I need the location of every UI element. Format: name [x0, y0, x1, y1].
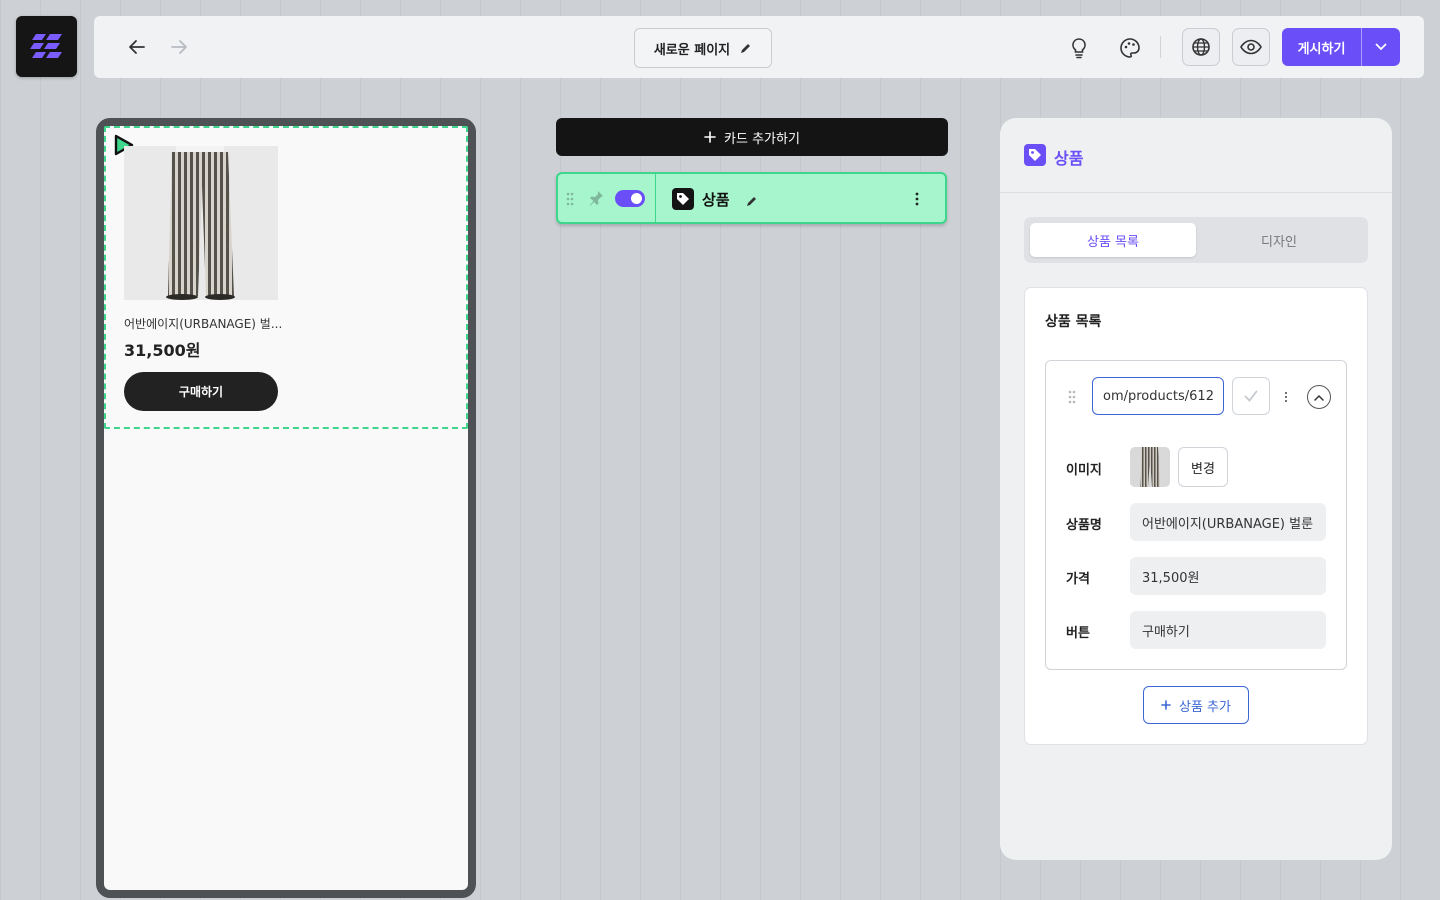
- properties-panel: 상품 상품 목록 디자인 상품 목록 이미지: [1000, 118, 1392, 860]
- grip-icon: [566, 192, 574, 206]
- add-card-button[interactable]: 카드 추가하기: [556, 118, 948, 156]
- lightbulb-icon: [1072, 38, 1086, 59]
- tag-icon: [1024, 144, 1046, 166]
- add-product-label: 상품 추가: [1179, 699, 1231, 715]
- page-title-button[interactable]: 새로운 페이지: [634, 28, 772, 68]
- card-type-badge: [672, 188, 694, 214]
- palette-icon: [1120, 38, 1140, 58]
- back-arrow-icon: [129, 40, 145, 54]
- collapse-item-button[interactable]: [1307, 385, 1331, 409]
- card-visibility-toggle[interactable]: [615, 190, 645, 207]
- back-button[interactable]: [122, 32, 152, 62]
- price-label: 가격: [1066, 572, 1090, 587]
- plus-icon: [704, 131, 716, 143]
- language-button[interactable]: [1182, 28, 1220, 66]
- check-icon: [1244, 390, 1258, 402]
- product-item: 이미지 변경 상품명 어반에이지(URBANAGE) 벌룬 가격 31,500원…: [1045, 360, 1347, 670]
- card-title: 상품: [702, 191, 730, 209]
- panel-header: 상품: [1000, 118, 1392, 193]
- card-divider: [655, 174, 656, 222]
- more-vertical-icon: [915, 192, 919, 206]
- panel-tabs: 상품 목록 디자인: [1024, 217, 1368, 263]
- selected-card-outline[interactable]: 어반에이지(URBANAGE) 벌... 31,500원 구매하기: [104, 126, 468, 429]
- button-text-field[interactable]: 구매하기: [1130, 611, 1326, 649]
- app-logo[interactable]: [16, 16, 77, 77]
- chevron-down-icon: [1375, 43, 1387, 51]
- plus-icon: [1161, 700, 1171, 710]
- buy-button[interactable]: 구매하기: [124, 372, 278, 411]
- product-url-input[interactable]: [1092, 377, 1224, 415]
- product-price-field[interactable]: 31,500원: [1130, 557, 1326, 595]
- item-drag-handle[interactable]: [1068, 389, 1076, 408]
- card-more-button[interactable]: [914, 191, 920, 211]
- pin-icon: [590, 191, 603, 206]
- section-title: 상품 목록: [1045, 314, 1102, 330]
- mobile-preview: 어반에이지(URBANAGE) 벌... 31,500원 구매하기: [96, 118, 476, 898]
- name-label: 상품명: [1066, 518, 1102, 533]
- product-price: 31,500원: [124, 341, 201, 360]
- globe-icon: [1192, 38, 1210, 56]
- change-image-button[interactable]: 변경: [1178, 447, 1228, 487]
- tab-product-list[interactable]: 상품 목록: [1030, 223, 1196, 257]
- forward-arrow-icon: [171, 40, 187, 54]
- theme-button[interactable]: [1115, 33, 1145, 63]
- image-label: 이미지: [1066, 463, 1102, 478]
- product-thumbnail: [1130, 447, 1170, 487]
- logo-icon: [29, 33, 62, 58]
- product-name-field[interactable]: 어반에이지(URBANAGE) 벌룬: [1130, 503, 1326, 541]
- item-more-button[interactable]: [1284, 388, 1288, 407]
- confirm-url-button[interactable]: [1232, 377, 1270, 415]
- publish-button[interactable]: 게시하기: [1282, 28, 1362, 66]
- more-vertical-icon: [1285, 392, 1287, 402]
- tips-button[interactable]: [1064, 33, 1094, 63]
- product-name: 어반에이지(URBANAGE) 벌...: [124, 317, 283, 331]
- button-label: 버튼: [1066, 626, 1090, 641]
- forward-button[interactable]: [164, 32, 194, 62]
- product-image[interactable]: [124, 146, 278, 300]
- publish-button-group: 게시하기: [1282, 28, 1400, 66]
- pin-button[interactable]: [588, 190, 604, 210]
- top-toolbar: 새로운 페이지 게시하기: [94, 16, 1424, 78]
- add-product-button[interactable]: 상품 추가: [1143, 686, 1249, 724]
- add-card-label: 카드 추가하기: [724, 131, 800, 147]
- card-item-product[interactable]: 상품: [556, 172, 947, 224]
- drag-handle[interactable]: [566, 191, 574, 210]
- page-title: 새로운 페이지: [653, 42, 731, 58]
- chevron-up-icon: [1314, 394, 1324, 401]
- panel-title: 상품: [1054, 149, 1084, 168]
- thumbnail-photo: [1130, 447, 1170, 487]
- tag-icon: [672, 188, 694, 210]
- eye-icon: [1240, 39, 1262, 55]
- product-list-section: 상품 목록 이미지 변경: [1024, 287, 1368, 745]
- publish-options-button[interactable]: [1362, 28, 1400, 66]
- edit-card-title-button[interactable]: [746, 192, 758, 211]
- grip-icon: [1068, 390, 1076, 404]
- product-tag-badge: [1024, 144, 1046, 170]
- preview-button[interactable]: [1232, 28, 1270, 66]
- striped-pants-photo: [124, 146, 278, 300]
- tab-design[interactable]: 디자인: [1196, 223, 1362, 257]
- toolbar-divider: [1160, 36, 1161, 58]
- pencil-icon: [747, 197, 756, 206]
- pencil-icon: [741, 44, 751, 53]
